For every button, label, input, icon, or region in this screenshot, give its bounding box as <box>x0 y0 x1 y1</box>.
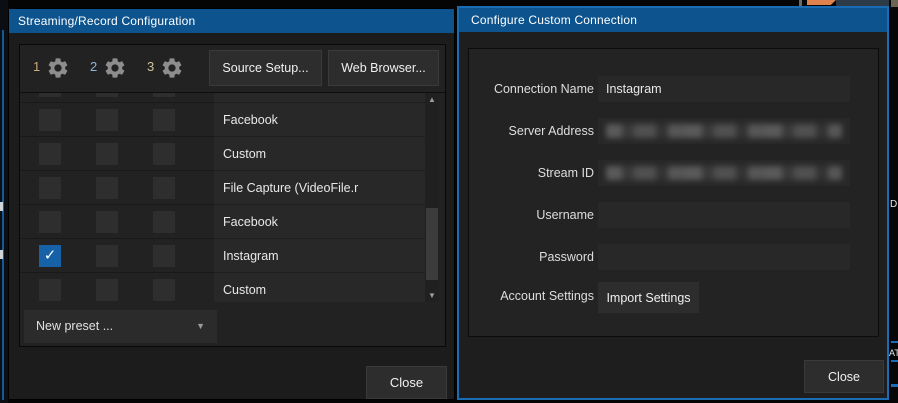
gear-icon[interactable] <box>103 56 127 80</box>
redacted-value <box>606 124 842 138</box>
list-item-label: Custom <box>223 273 266 302</box>
checkbox-checked[interactable]: ✓ <box>39 245 61 267</box>
connection-name-input[interactable]: Instagram <box>598 76 850 102</box>
source-setup-button[interactable]: Source Setup... <box>209 50 322 86</box>
close-button[interactable]: Close <box>366 366 447 399</box>
checkbox[interactable] <box>153 177 175 199</box>
preset-toolbar: 1 2 3 Source Setup... Web Browser... <box>20 45 445 92</box>
checkbox[interactable] <box>96 143 118 165</box>
new-preset-label: New preset ... <box>36 310 113 343</box>
list-item-label: Facebook <box>223 205 278 239</box>
gear-icon[interactable] <box>46 56 70 80</box>
background-fragment <box>0 202 3 211</box>
connection-name-label: Connection Name <box>469 76 594 102</box>
preset-number-2: 2 <box>90 59 97 74</box>
checkbox[interactable] <box>39 279 61 301</box>
redacted-value <box>606 166 842 180</box>
connection-form-panel: Connection Name Instagram Server Address… <box>468 48 879 337</box>
background-right-edge: D AT <box>889 0 898 403</box>
screenshot-stage: D AT Streaming/Record Configuration 1 2 … <box>0 0 898 403</box>
configuration-panel: 1 2 3 Source Setup... Web Browser... <box>19 44 446 347</box>
checkbox[interactable] <box>39 211 61 233</box>
checkbox[interactable] <box>96 177 118 199</box>
stream-id-label: Stream ID <box>469 160 594 186</box>
list-item-label: Instagram <box>223 239 279 273</box>
close-button[interactable]: Close <box>804 360 884 393</box>
checkbox[interactable] <box>96 245 118 267</box>
connection-name-row: Connection Name Instagram <box>469 76 878 102</box>
dialog-title: Configure Custom Connection <box>471 13 637 27</box>
background-left-edge <box>0 0 8 403</box>
stream-id-row: Stream ID <box>469 160 878 186</box>
scrollbar-thumb[interactable] <box>426 208 438 280</box>
server-address-label: Server Address <box>469 118 594 144</box>
username-label: Username <box>469 202 594 228</box>
list-item-label: Custom <box>223 137 266 171</box>
checkbox[interactable] <box>153 143 175 165</box>
list-item[interactable]: Custom <box>20 137 431 171</box>
list-item-label: File Capture (VideoFile.r <box>223 171 358 205</box>
server-address-input[interactable] <box>598 118 850 144</box>
checkbox[interactable] <box>39 92 61 97</box>
configure-custom-connection-dialog: Configure Custom Connection Connection N… <box>457 6 889 400</box>
web-browser-button[interactable]: Web Browser... <box>328 50 439 86</box>
checkbox[interactable] <box>96 211 118 233</box>
dialog-titlebar[interactable]: Streaming/Record Configuration <box>9 9 454 33</box>
password-label: Password <box>469 244 594 270</box>
checkbox[interactable] <box>153 109 175 131</box>
streaming-record-configuration-dialog: Streaming/Record Configuration 1 2 3 Sou… <box>8 8 455 400</box>
scroll-down-icon[interactable]: ▼ <box>425 290 439 302</box>
background-blue-dash <box>891 384 898 387</box>
gear-icon[interactable] <box>160 56 184 80</box>
stream-id-input[interactable] <box>598 160 850 186</box>
list-item[interactable] <box>20 92 431 103</box>
list-scrollbar[interactable]: ▲ ▼ <box>425 93 439 302</box>
background-blue-dash <box>891 341 898 343</box>
dialog-title: Streaming/Record Configuration <box>18 14 195 28</box>
preset-number-3: 3 <box>147 59 154 74</box>
checkbox[interactable] <box>96 109 118 131</box>
background-blue-dash <box>891 360 898 362</box>
background-corner-fragment <box>891 0 898 7</box>
list-item[interactable]: Custom <box>20 273 431 302</box>
scroll-up-icon[interactable]: ▲ <box>425 94 439 106</box>
checkbox[interactable] <box>96 92 118 97</box>
server-address-row: Server Address <box>469 118 878 144</box>
username-row: Username <box>469 202 878 228</box>
connection-name-value: Instagram <box>598 76 850 102</box>
list-item[interactable]: Facebook <box>20 103 431 137</box>
list-item[interactable]: File Capture (VideoFile.r <box>20 171 431 205</box>
background-fragment <box>0 250 3 259</box>
background-text-fragment: AT <box>889 348 898 358</box>
background-orange-fragment <box>807 0 836 5</box>
username-input[interactable] <box>598 202 850 228</box>
destination-rows: Facebook Custom File Capture (VideoFile.… <box>20 92 431 302</box>
import-settings-button[interactable]: Import Settings <box>598 282 699 313</box>
list-item[interactable]: ✓ Instagram <box>20 239 431 273</box>
password-input[interactable] <box>598 244 850 270</box>
destination-list: Facebook Custom File Capture (VideoFile.… <box>20 92 445 302</box>
checkbox[interactable] <box>39 143 61 165</box>
checkbox[interactable] <box>39 109 61 131</box>
dialog-titlebar[interactable]: Configure Custom Connection <box>459 8 887 32</box>
account-settings-label: Account Settings <box>469 283 594 309</box>
background-blue-line <box>2 30 4 400</box>
list-item[interactable]: Facebook <box>20 205 431 239</box>
checkbox[interactable] <box>153 211 175 233</box>
list-item-label: Facebook <box>223 103 278 137</box>
preset-number-1: 1 <box>33 59 40 74</box>
checkbox[interactable] <box>153 245 175 267</box>
checkbox[interactable] <box>96 279 118 301</box>
new-preset-dropdown[interactable]: New preset ... ▼ <box>24 310 217 343</box>
checkbox[interactable] <box>153 279 175 301</box>
password-row: Password <box>469 244 878 270</box>
background-text-fragment: D <box>890 200 897 210</box>
checkbox[interactable] <box>39 177 61 199</box>
chevron-down-icon: ▼ <box>196 310 205 343</box>
checkbox[interactable] <box>153 92 175 97</box>
